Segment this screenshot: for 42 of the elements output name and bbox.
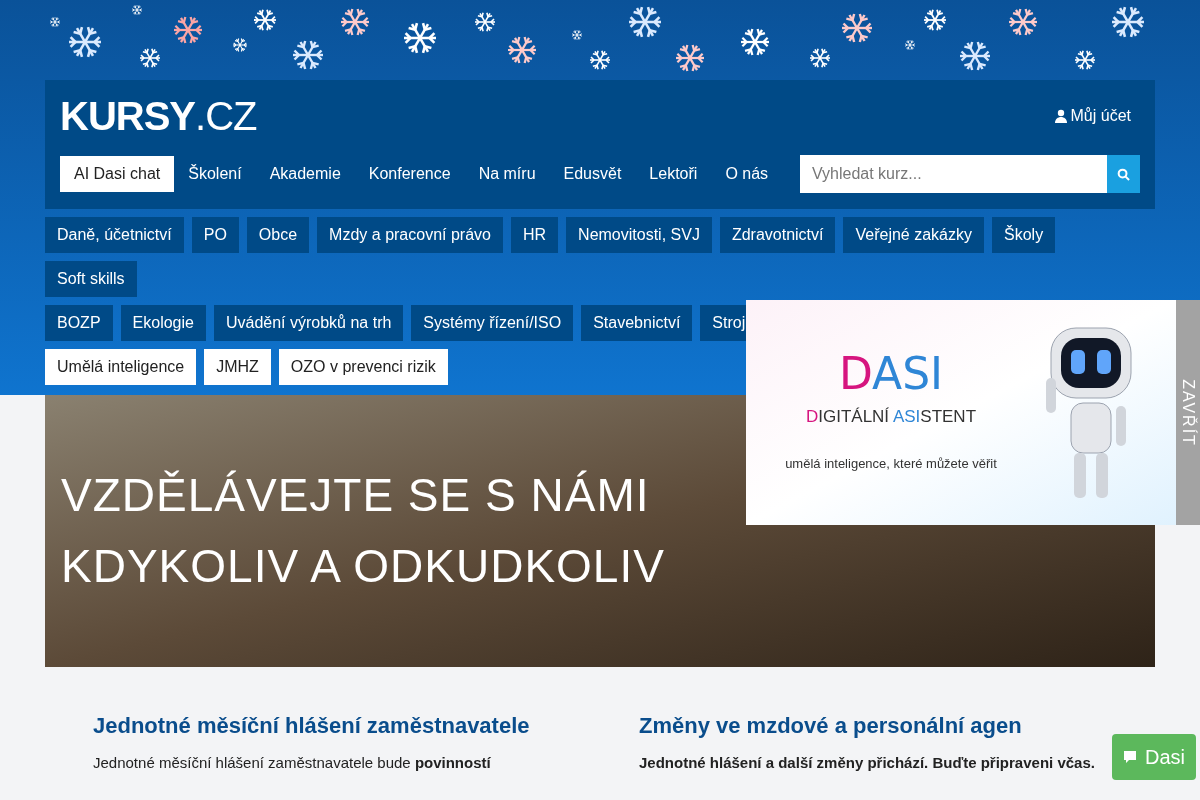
article-text: Jednotné měsíční hlášení zaměstnavatele bude povinností	[93, 753, 491, 773]
popup-title: DASI	[838, 352, 944, 396]
nav-tab[interactable]: Na míru	[464, 156, 550, 192]
category-tab[interactable]: Ekologie	[120, 305, 206, 341]
user-icon	[1054, 108, 1067, 123]
category-tab[interactable]: Veřejné zakázky	[843, 217, 984, 253]
account-link[interactable]: Můj účet	[1054, 103, 1131, 128]
nav-tab[interactable]: Školení	[174, 156, 256, 192]
nav-tab[interactable]: Akademie	[255, 156, 355, 192]
nav-tab[interactable]: Konference	[354, 156, 465, 192]
search-button[interactable]	[1107, 155, 1140, 193]
search-field[interactable]: Vyhledat kurz...	[800, 155, 1107, 193]
article-title[interactable]: Změny ve mzdové a personální agen	[639, 709, 1107, 742]
search-icon	[1117, 167, 1130, 181]
category-tab[interactable]: Daně, účetnictví	[45, 217, 184, 253]
hero-heading: KDYKOLIV A ODKUDKOLIV	[61, 539, 665, 594]
category-tab[interactable]: Zdravotnictví	[719, 217, 836, 253]
category-tab[interactable]: PO	[191, 217, 239, 253]
chat-icon	[1123, 750, 1137, 764]
nav-tab[interactable]: Edusvět	[549, 156, 636, 192]
category-tab[interactable]: Mzdy a pracovní právo	[317, 217, 503, 253]
category-tab[interactable]: Soft skills	[45, 261, 137, 297]
hero-heading: VZDĚLÁVEJTE SE S NÁMI	[61, 467, 650, 523]
nav-tab[interactable]: Lektoři	[635, 156, 712, 192]
category-tab[interactable]: BOZP	[45, 305, 113, 341]
popup-tagline: umělá inteligence, které můžete věřit	[785, 454, 997, 473]
article-title[interactable]: Jednotné měsíční hlášení zaměstnavatele	[93, 709, 561, 742]
logo[interactable]: KURSY.CZ	[60, 95, 257, 136]
article-text: Jednotné hlášení a další změny přichází. Buďte připraveni včas.	[639, 753, 1095, 773]
category-tab[interactable]: Stavebnictví	[581, 305, 693, 341]
category-tab[interactable]: Umělá inteligence	[45, 349, 197, 385]
category-tab[interactable]: Obce	[246, 217, 310, 253]
category-tab[interactable]: Nemovitosti, SVJ	[566, 217, 712, 253]
category-tab[interactable]: Uvádění výrobků na trh	[213, 305, 404, 341]
category-tab[interactable]: Školy	[992, 217, 1056, 253]
popup-subtitle: DIGITÁLNÍ ASISTENT	[805, 406, 977, 428]
nav-tab[interactable]: O nás	[711, 156, 783, 192]
category-tab[interactable]: OZO v prevenci rizik	[278, 349, 448, 385]
nav-tab[interactable]: AI Dasi chat	[60, 156, 175, 192]
category-tab[interactable]: Systémy řízení/ISO	[411, 305, 574, 341]
category-tab[interactable]: HR	[510, 217, 559, 253]
category-tab[interactable]: JMHZ	[204, 349, 271, 385]
